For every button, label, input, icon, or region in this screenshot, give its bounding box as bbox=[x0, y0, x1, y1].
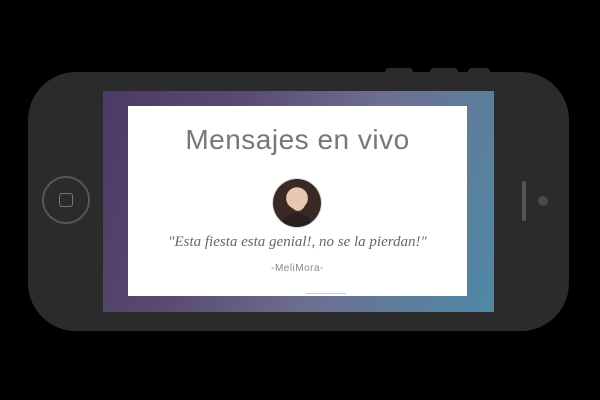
message-quote: "Esta fiesta esta genial!, no se la pier… bbox=[168, 234, 427, 250]
avatar-body bbox=[283, 213, 311, 227]
phone-screen: Mensajes en vivo "Esta fiesta esta genia… bbox=[103, 91, 494, 312]
user-avatar bbox=[273, 179, 321, 227]
live-messages-title: Mensajes en vivo bbox=[185, 124, 410, 155]
next-message-divider bbox=[306, 293, 346, 294]
home-button bbox=[42, 176, 90, 224]
stage: Mensajes en vivo "Esta fiesta esta genia… bbox=[0, 0, 600, 400]
avatar-face bbox=[290, 189, 306, 211]
live-messages-card: Mensajes en vivo "Esta fiesta esta genia… bbox=[128, 106, 467, 296]
home-button-icon bbox=[59, 193, 73, 207]
phone-speaker bbox=[522, 181, 526, 221]
message-author: -MeliMora- bbox=[271, 263, 324, 274]
phone-camera bbox=[538, 196, 548, 206]
